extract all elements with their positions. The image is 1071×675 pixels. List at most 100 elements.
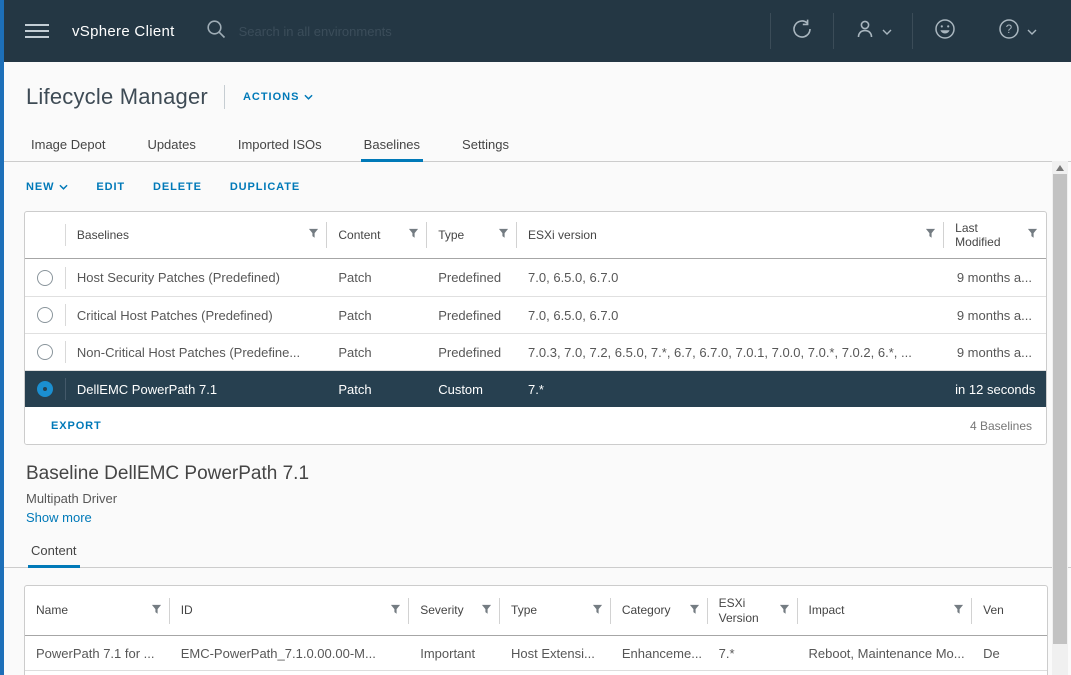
column-label: Content (338, 227, 381, 242)
baselines-toolbar: NEW EDIT DELETE DUPLICATE (26, 179, 1071, 195)
column-header-id[interactable]: ID (170, 586, 410, 635)
column-header-esxi-version[interactable]: ESXi version (517, 212, 944, 258)
column-header-type[interactable]: Type (500, 586, 611, 635)
tab-baselines[interactable]: Baselines (360, 137, 424, 162)
feedback-button[interactable] (913, 0, 977, 62)
tab-content[interactable]: Content (28, 543, 80, 568)
smiley-icon (933, 17, 957, 46)
detail-description: Multipath Driver (26, 491, 118, 506)
global-search[interactable]: Search in all environments (205, 18, 392, 45)
detail-title: Baseline DellEMC PowerPath 7.1 (26, 463, 310, 484)
column-header-esxi-version[interactable]: ESXi Version (708, 586, 798, 635)
page-header: Lifecycle Manager ACTIONS (0, 62, 1071, 110)
baselines-count: 4 Baselines (969, 418, 1032, 433)
column-header-impact[interactable]: Impact (798, 586, 973, 635)
column-label: Ven (983, 603, 1004, 618)
filter-icon[interactable] (408, 228, 419, 242)
column-header-last-modified[interactable]: Last Modified (944, 212, 1046, 258)
baseline-name: Critical Host Patches (Predefined) (76, 307, 273, 323)
chevron-down-icon (59, 181, 68, 193)
patch-type: Host Extensi... (511, 645, 595, 661)
filter-icon[interactable] (1027, 228, 1038, 242)
filter-icon[interactable] (689, 604, 700, 618)
show-more-link[interactable]: Show more (26, 510, 92, 525)
radio-button[interactable] (37, 344, 54, 360)
column-header-severity[interactable]: Severity (409, 586, 500, 635)
chevron-down-icon (882, 22, 892, 40)
baseline-type: Predefined (438, 270, 502, 285)
user-icon (854, 18, 876, 45)
new-label: NEW (26, 181, 55, 193)
row-radio-cell (25, 334, 66, 370)
baseline-esxi-version: 7.0, 6.5.0, 6.7.0 (528, 307, 619, 323)
new-button[interactable]: NEW (26, 181, 68, 193)
svg-text:?: ? (1006, 24, 1012, 36)
radio-button[interactable] (37, 307, 54, 323)
column-header-content[interactable]: Content (327, 212, 427, 258)
filter-icon[interactable] (308, 228, 319, 242)
filter-icon[interactable] (925, 228, 936, 242)
table-row[interactable]: Host Security Patches (Predefined) Patch… (25, 259, 1046, 296)
refresh-button[interactable] (771, 0, 833, 62)
scrollbar-thumb[interactable] (1053, 174, 1067, 644)
radio-button-checked[interactable] (37, 381, 54, 397)
filter-icon[interactable] (953, 604, 964, 618)
help-icon: ? (997, 17, 1021, 46)
column-label: Type (438, 227, 465, 242)
filter-icon[interactable] (592, 604, 603, 618)
filter-icon[interactable] (481, 604, 492, 618)
search-placeholder: Search in all environments (238, 23, 392, 39)
filter-icon[interactable] (390, 604, 401, 618)
left-accent-stripe (0, 0, 4, 675)
column-header-vendor[interactable]: Ven (972, 586, 1047, 635)
column-label: Baselines (76, 227, 129, 242)
hamburger-menu-icon[interactable] (24, 23, 50, 39)
column-header-type[interactable]: Type (427, 212, 517, 258)
baselines-table-header: Baselines Content Type ESXi version Last… (25, 212, 1046, 259)
scroll-up-arrow-icon[interactable] (1056, 165, 1064, 171)
export-button[interactable]: EXPORT (51, 420, 102, 432)
filter-icon[interactable] (151, 604, 162, 618)
edit-button[interactable]: EDIT (96, 181, 125, 193)
product-title: vSphere Client (72, 22, 175, 40)
duplicate-button[interactable]: DUPLICATE (230, 181, 300, 193)
help-menu-button[interactable]: ? (977, 0, 1057, 62)
vertical-scrollbar[interactable] (1052, 161, 1068, 675)
table-row[interactable]: Critical Host Patches (Predefined) Patch… (25, 296, 1046, 333)
content-table: Name ID Severity Type Category ESXi Vers… (24, 585, 1048, 675)
masthead-actions: ? (770, 0, 1057, 62)
column-header-name[interactable]: Name (25, 586, 170, 635)
table-row-partial (25, 671, 1047, 675)
chevron-down-icon (1027, 22, 1037, 40)
tab-imported-isos[interactable]: Imported ISOs (235, 137, 325, 161)
baseline-esxi-version: 7.0, 6.5.0, 6.7.0 (528, 270, 619, 285)
filter-icon[interactable] (498, 228, 509, 242)
baseline-content: Patch (338, 307, 372, 323)
table-row-selected[interactable]: DellEMC PowerPath 7.1 Patch Custom 7.* i… (25, 370, 1046, 407)
tab-settings[interactable]: Settings (459, 137, 512, 161)
table-row[interactable]: PowerPath 7.1 for ... EMC-PowerPath_7.1.… (25, 636, 1047, 671)
baseline-type: Predefined (438, 344, 502, 360)
actions-label: ACTIONS (242, 91, 300, 103)
filter-icon[interactable] (779, 604, 790, 618)
table-footer: EXPORT 4 Baselines (25, 407, 1046, 444)
tab-image-depot[interactable]: Image Depot (28, 137, 108, 161)
column-header-category[interactable]: Category (611, 586, 708, 635)
column-label: Type (511, 603, 538, 618)
table-row[interactable]: Non-Critical Host Patches (Predefine... … (25, 333, 1046, 370)
column-label: ESXi Version (718, 596, 759, 625)
patch-id: EMC-PowerPath_7.1.0.00.00-M... (180, 645, 376, 661)
radio-button[interactable] (37, 269, 54, 286)
content-table-header: Name ID Severity Type Category ESXi Vers… (25, 586, 1047, 636)
row-radio-cell (25, 297, 66, 333)
delete-button[interactable]: DELETE (153, 181, 202, 193)
actions-menu-button[interactable]: ACTIONS (243, 91, 314, 103)
patch-category: Enhanceme... (621, 645, 703, 661)
column-header-baselines[interactable]: Baselines (66, 212, 327, 258)
baseline-last-modified: 9 months a... (956, 270, 1032, 285)
patch-esxi-version: 7.* (718, 645, 735, 661)
search-icon (205, 18, 227, 45)
user-menu-button[interactable] (834, 0, 912, 62)
baseline-name: DellEMC PowerPath 7.1 (76, 381, 218, 397)
tab-updates[interactable]: Updates (144, 137, 198, 161)
